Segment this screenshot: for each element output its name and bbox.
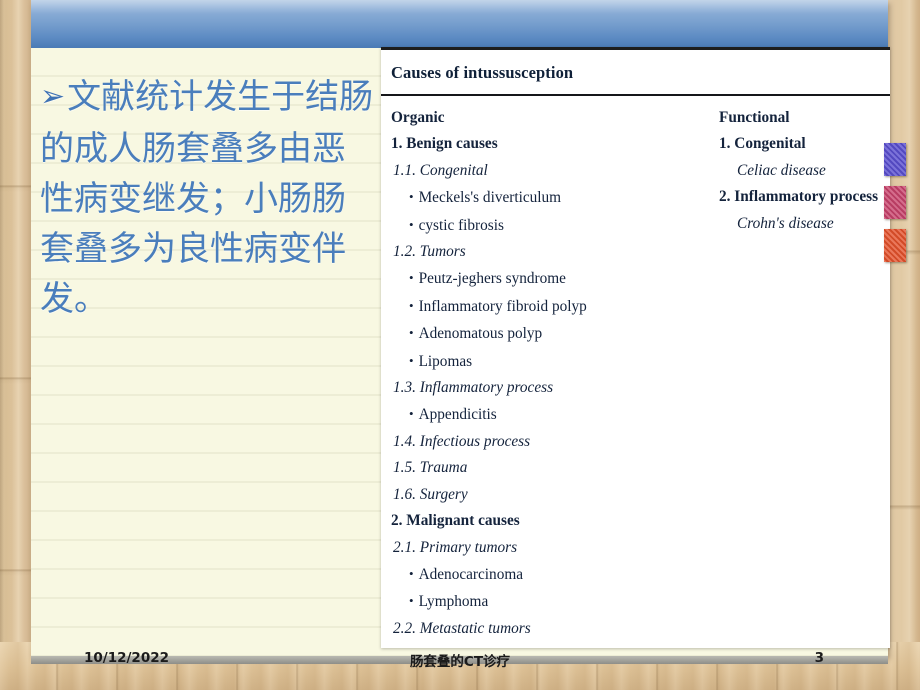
causes-table: Causes of intussusception Organic 1. Ben… (381, 47, 890, 648)
table-row: 1.3. Inflammatory process (393, 379, 554, 397)
decor-chip-pink (884, 186, 906, 219)
table-row: 1. Congenital (719, 135, 806, 153)
decor-chip-orange (884, 229, 906, 262)
table-row: Crohn's disease (737, 214, 834, 232)
table-row: 1.6. Surgery (393, 485, 468, 503)
table-row: 1.5. Trauma (393, 459, 468, 477)
table-row: • cystic fibrosis (409, 216, 504, 234)
bullet-dot-icon: • (409, 189, 414, 205)
table-row: • Adenomatous polyp (409, 325, 543, 343)
table-title: Causes of intussusception (391, 63, 574, 82)
presentation-slide: ➢文献统计发生于结肠的成人肠套叠多由恶性病变继发；小肠肠套叠多为良性病变伴发。 … (0, 0, 920, 690)
table-row: 2. Malignant causes (391, 512, 520, 530)
table-row: Celiac disease (737, 161, 826, 179)
column-heading-organic: Organic (391, 109, 445, 126)
table-row: 1.1. Congenital (393, 161, 488, 179)
banner-sheen (31, 0, 888, 14)
bullet-dot-icon: • (409, 406, 414, 422)
table-column-organic: Organic 1. Benign causes 1.1. Congenital •… (391, 105, 711, 642)
arrow-bullet-icon: ➢ (40, 79, 66, 114)
table-row: 2. Inflammatory process (719, 188, 879, 206)
bullet-dot-icon: • (409, 593, 414, 609)
table-row: • Appendicitis (409, 406, 497, 424)
organic-rows: 1. Benign causes 1.1. Congenital • Meckels'… (391, 131, 711, 642)
table-row: 2.2. Metastatic tumors (393, 619, 531, 637)
table-row: 1.2. Tumors (393, 243, 466, 261)
slide-top-banner (31, 0, 888, 48)
bullet-dot-icon: • (409, 565, 414, 581)
bullet-dot-icon: • (409, 270, 414, 286)
table-row: • Adenocarcinoma (409, 565, 524, 583)
wood-frame-right (888, 0, 920, 690)
table-column-functional: Functional 1. Congenital Celiac disease 2.… (719, 105, 890, 237)
bullet-dot-icon: • (409, 325, 414, 341)
slide-body-paragraph: 文献统计发生于结肠的成人肠套叠多由恶性病变继发；小肠肠套叠多为良性病变伴发。 (40, 77, 374, 319)
table-columns: Organic 1. Benign causes 1.1. Congenital •… (381, 96, 890, 637)
slide-body-text: ➢文献统计发生于结肠的成人肠套叠多由恶性病变继发；小肠肠套叠多为良性病变伴发。 (40, 72, 376, 324)
bullet-dot-icon: • (409, 297, 414, 313)
bullet-dot-icon: • (409, 216, 414, 232)
functional-rows: 1. Congenital Celiac disease 2. Inflammato… (719, 131, 890, 237)
column-heading-functional: Functional (719, 109, 790, 126)
table-row: • Lymphoma (409, 593, 489, 611)
table-row: • Meckels's diverticulum (409, 189, 562, 207)
footer-title: 肠套叠的CT诊疗 (409, 654, 511, 670)
table-row: • Lipomas (409, 352, 473, 370)
table-row: 1.4. Infectious process (393, 432, 531, 450)
table-row: • Inflammatory fibroid polyp (409, 297, 587, 315)
bullet-dot-icon: • (409, 352, 414, 368)
wood-frame-left (0, 0, 31, 690)
decor-chip-purple (884, 143, 906, 176)
table-row: 1. Benign causes (391, 135, 498, 153)
table-row: 2.1. Primary tumors (393, 538, 518, 556)
footer-page-number: 3 (814, 650, 824, 666)
slide-footer: 10/12/2022 肠套叠的CT诊疗 3 (0, 648, 920, 672)
table-row: • Peutz-jeghers syndrome (409, 270, 566, 288)
